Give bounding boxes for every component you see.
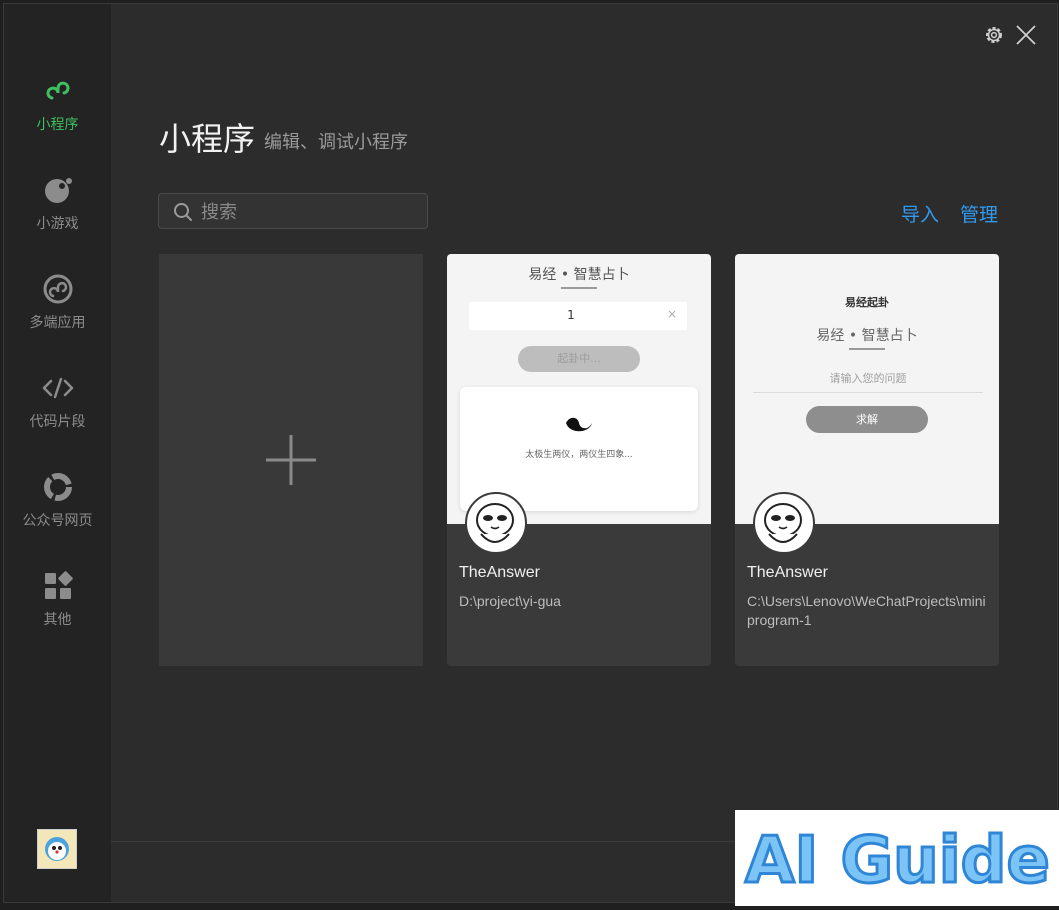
watermark-text: AI Guide [745,824,1050,898]
add-project-card[interactable] [159,254,423,666]
clear-icon: × [666,307,677,321]
project-preview: 易经起卦 易经 • 智慧占卜 请输入您的问题 求解 [735,254,999,524]
sidebar: 小程序 小游戏 多端应用 代码片段 公众号网页 其他 [4,4,111,902]
preview-button: 起卦中... [518,346,640,372]
watermark-logo: AI Guide [735,810,1059,906]
preview-input-value: 1 [567,308,575,322]
project-card[interactable]: 易经 • 智慧占卜 1 × 起卦中... 太极生两仪，两仪生四象... TheA… [447,254,711,666]
preview-title: 易经 • 智慧占卜 [528,267,630,283]
watermark-graphic: AI Guide [744,823,1052,900]
search-box[interactable] [158,193,428,230]
project-path: C:\Users\Lenovo\WeChatProjects\miniprogr… [747,593,986,628]
mini-program-icon [46,81,69,100]
sidebar-item-mini-game[interactable]: 小游戏 [4,167,111,247]
mini-game-icon [44,178,72,203]
sidebar-item-label: 公众号网页 [22,513,93,529]
avatar-image [476,503,514,543]
sidebar-item-label: 小程序 [36,117,79,133]
page-title: 小程序 [159,120,256,158]
preview-input: 1 × [469,302,687,330]
preview-title: 易经 • 智慧占卜 [816,328,918,344]
sidebar-item-official-account[interactable]: 公众号网页 [4,464,111,544]
yin-yang-icon [566,417,592,432]
preview-quote: 太极生两仪，两仪生四象... [525,450,633,460]
preview-underline [561,287,597,289]
sidebar-item-label: 小游戏 [36,216,79,232]
project-avatar [465,492,527,554]
multi-platform-icon [43,274,72,304]
other-apps-icon [44,571,73,599]
sidebar-item-label: 代码片段 [29,414,86,430]
avatar-image [45,837,69,861]
project-preview: 易经 • 智慧占卜 1 × 起卦中... 太极生两仪，两仪生四象... [447,254,711,524]
avatar-image [764,503,802,543]
sidebar-item-multi-platform[interactable]: 多端应用 [4,266,111,346]
manage-button[interactable]: 管理 [960,200,998,227]
preview-underline [849,348,885,350]
preview-button: 求解 [806,406,928,433]
preview-question-input: 请输入您的问题 [753,370,983,393]
official-account-icon [43,473,72,501]
import-button[interactable]: 导入 [901,200,939,227]
app-window: 小程序 小游戏 多端应用 代码片段 公众号网页 其他 小程序 编辑、调试小程序 … [3,3,1058,903]
preview-heading: 易经起卦 [845,296,889,309]
close-icon[interactable] [1015,24,1037,46]
project-avatar [753,492,815,554]
project-name: TheAnswer [459,564,540,581]
sidebar-item-mini-program[interactable]: 小程序 [4,68,111,148]
project-card[interactable]: 易经起卦 易经 • 智慧占卜 请输入您的问题 求解 TheAnswer C:\U… [735,254,999,666]
plus-icon [266,435,316,485]
search-input[interactable] [199,194,423,230]
search-icon [174,203,192,221]
page-subtitle: 编辑、调试小程序 [264,132,408,153]
sidebar-item-code-snippets[interactable]: 代码片段 [4,365,111,445]
gear-icon[interactable] [983,24,1005,46]
sidebar-item-label: 多端应用 [29,315,86,331]
project-name: TheAnswer [747,564,828,581]
code-icon [42,377,73,399]
user-avatar[interactable] [37,829,77,869]
sidebar-item-other[interactable]: 其他 [4,563,111,643]
sidebar-item-label: 其他 [43,612,72,628]
project-path: D:\project\yi-gua [459,593,561,609]
